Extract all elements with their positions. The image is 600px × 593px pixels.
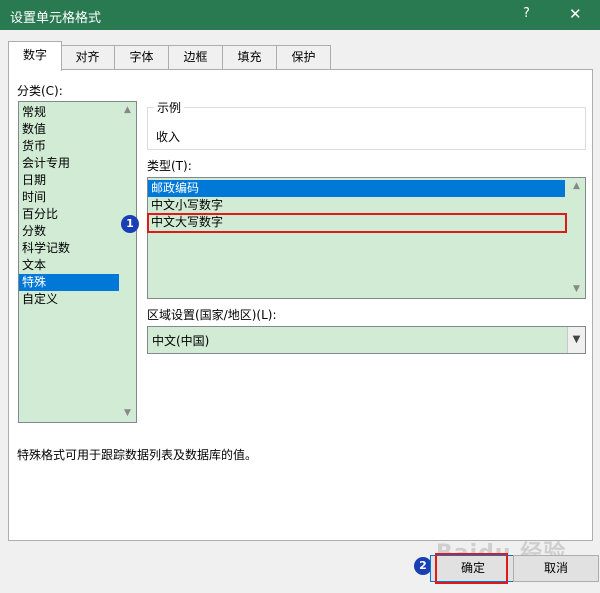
highlight-box-type-item bbox=[147, 213, 567, 233]
category-item[interactable]: 日期 bbox=[19, 172, 125, 189]
close-button[interactable]: ✕ bbox=[569, 5, 582, 23]
category-scrollbar[interactable]: ▲ ▼ bbox=[119, 102, 136, 422]
scroll-up-icon[interactable]: ▲ bbox=[568, 178, 585, 195]
category-item[interactable]: 常规 bbox=[19, 104, 125, 121]
category-item[interactable]: 会计专用 bbox=[19, 155, 125, 172]
dialog-title: 设置单元格格式 bbox=[10, 11, 102, 26]
type-scrollbar[interactable]: ▲ ▼ bbox=[568, 178, 585, 298]
scroll-up-icon[interactable]: ▲ bbox=[119, 102, 136, 119]
tab-alignment[interactable]: 对齐 bbox=[60, 45, 115, 70]
category-item[interactable]: 百分比 bbox=[19, 206, 125, 223]
category-item[interactable]: 文本 bbox=[19, 257, 125, 274]
category-item[interactable]: 货币 bbox=[19, 138, 125, 155]
help-button[interactable]: ? bbox=[523, 6, 530, 21]
sample-group bbox=[147, 107, 586, 150]
sample-legend: 示例 bbox=[154, 99, 185, 116]
category-item-selected[interactable]: 特殊 bbox=[19, 274, 125, 291]
category-item[interactable]: 自定义 bbox=[19, 291, 125, 308]
tab-fill[interactable]: 填充 bbox=[222, 45, 277, 70]
format-description: 特殊格式可用于跟踪数据列表及数据库的值。 bbox=[17, 448, 258, 462]
locale-value: 中文(中国) bbox=[152, 334, 210, 348]
cancel-button[interactable]: 取消 bbox=[513, 555, 599, 582]
tab-content-panel: 分类(C): 常规 数值 货币 会计专用 日期 时间 百分比 分数 科学记数 文… bbox=[8, 69, 593, 541]
type-item-selected[interactable]: 邮政编码 bbox=[148, 180, 565, 197]
step-badge-1: 1 bbox=[121, 215, 139, 233]
category-item[interactable]: 科学记数 bbox=[19, 240, 125, 257]
category-item[interactable]: 时间 bbox=[19, 189, 125, 206]
category-list[interactable]: 常规 数值 货币 会计专用 日期 时间 百分比 分数 科学记数 文本 特殊 自定… bbox=[18, 101, 137, 423]
tab-protection[interactable]: 保护 bbox=[276, 45, 331, 70]
category-item[interactable]: 数值 bbox=[19, 121, 125, 138]
title-bar: 设置单元格格式 ? ✕ bbox=[0, 0, 600, 30]
sample-value: 收入 bbox=[156, 130, 181, 144]
scroll-down-icon[interactable]: ▼ bbox=[119, 405, 136, 422]
locale-select[interactable]: 中文(中国) ▼ bbox=[147, 326, 586, 354]
type-list[interactable]: 邮政编码 中文小写数字 中文大写数字 ▲ ▼ bbox=[147, 177, 586, 299]
type-label: 类型(T): bbox=[147, 159, 192, 173]
tab-number[interactable]: 数字 bbox=[8, 41, 62, 71]
type-item[interactable]: 中文小写数字 bbox=[148, 197, 565, 214]
highlight-box-ok-button bbox=[435, 553, 508, 584]
category-item[interactable]: 分数 bbox=[19, 223, 125, 240]
category-label: 分类(C): bbox=[17, 84, 63, 98]
scroll-down-icon[interactable]: ▼ bbox=[568, 281, 585, 298]
tab-border[interactable]: 边框 bbox=[168, 45, 223, 70]
chevron-down-icon[interactable]: ▼ bbox=[567, 327, 585, 353]
tab-font[interactable]: 字体 bbox=[114, 45, 169, 70]
locale-label: 区域设置(国家/地区)(L): bbox=[147, 308, 277, 322]
